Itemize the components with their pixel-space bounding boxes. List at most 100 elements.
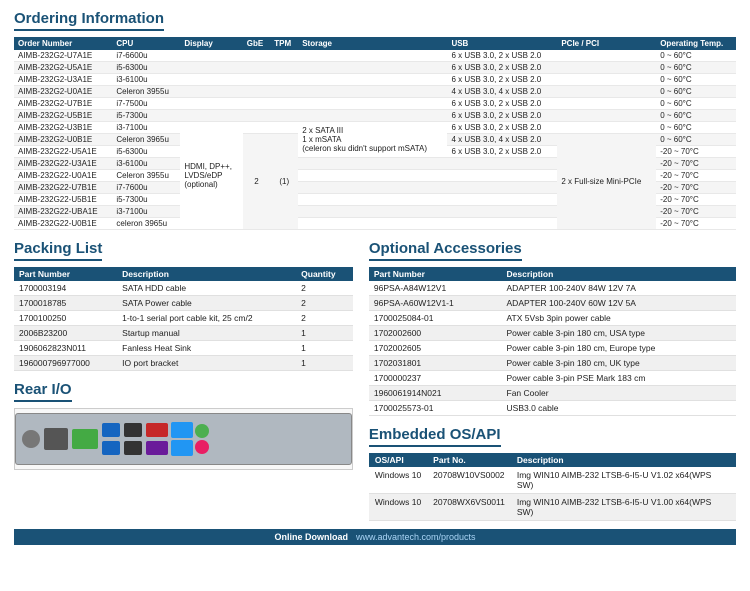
cell-order-number: AIMB-232G2-U3A1E (14, 74, 112, 86)
cell-order-number: AIMB-232G2-U0B1E (14, 134, 112, 146)
packing-cell-1: IO port bracket (117, 356, 296, 371)
os-cell-0: Windows 10 (369, 467, 427, 494)
packing-cell-2: 2 (296, 311, 353, 326)
packing-table-row: 2006B23200Startup manual1 (14, 326, 353, 341)
cell-usb: 6 x USB 3.0, 2 x USB 2.0 (447, 62, 557, 74)
packing-cell-0: 1906062823N011 (14, 341, 117, 356)
connector-round-1 (22, 430, 40, 448)
os-col-desc: Description (511, 453, 736, 467)
packing-cell-0: 2006B23200 (14, 326, 117, 341)
cell-tpm (270, 98, 298, 110)
os-cell-2: Img WIN10 AIMB-232 LTSB-6-I5-U V1.00 x64… (511, 494, 736, 521)
ordering-table-row: AIMB-232G2-U3A1Ei3-6100u 6 x USB 3.0, 2 x… (14, 74, 736, 86)
cell-cpu: Celeron 3955u (112, 86, 180, 98)
ordering-table-header-row: Order Number CPU Display GbE TPM Storage… (14, 37, 736, 50)
cell-storage (298, 110, 447, 122)
embedded-os-table: OS/API Part No. Description Windows 1020… (369, 453, 736, 521)
optional-cell-1: Power cable 3-pin 180 cm, Europe type (502, 341, 736, 356)
cell-temp: 0 ~ 60°C (656, 134, 736, 146)
rear-io-title: Rear I/O (14, 381, 72, 402)
optional-cell-1: ATX 5Vsb 3pin power cable (502, 311, 736, 326)
optional-cell-1: Fan Cooler (502, 386, 736, 401)
cell-cpu: celeron 3965u (112, 218, 180, 230)
cell-temp: 0 ~ 60°C (656, 62, 736, 74)
cell-storage (298, 158, 447, 170)
cell-order-number: AIMB-232G2-U7A1E (14, 50, 112, 62)
optional-table-row: 96PSA-A60W12V1-1ADAPTER 100-240V 60W 12V… (369, 296, 736, 311)
cell-temp: 0 ~ 60°C (656, 122, 736, 134)
cell-order-number: AIMB-232G22-UBA1E (14, 206, 112, 218)
packing-table-row: 1906062823N011Fanless Heat Sink1 (14, 341, 353, 356)
cell-temp: 0 ~ 60°C (656, 86, 736, 98)
packing-table-row: 196000796977000IO port bracket1 (14, 356, 353, 371)
optional-cell-0: 1700025573-01 (369, 401, 502, 416)
cell-gbe (243, 74, 270, 86)
online-download-label: Online Download (274, 532, 348, 542)
cell-gbe (243, 86, 270, 98)
cell-cpu: i3-6100u (112, 74, 180, 86)
cell-pcie (557, 50, 656, 62)
opt-col-part: Part Number (369, 267, 502, 281)
optional-cell-1: Power cable 3-pin 180 cm, USA type (502, 326, 736, 341)
io-group-3 (71, 428, 99, 450)
packing-cell-1: Fanless Heat Sink (117, 341, 296, 356)
cell-usb: 6 x USB 3.0, 2 x USB 2.0 (447, 122, 557, 134)
connector-serial (44, 428, 68, 450)
os-col-api: OS/API (369, 453, 427, 467)
cell-usb: 6 x USB 3.0, 2 x USB 2.0 (447, 146, 557, 158)
os-col-part: Part No. (427, 453, 511, 467)
cell-temp: 0 ~ 60°C (656, 110, 736, 122)
cell-tpm (270, 74, 298, 86)
packing-title: Packing List (14, 240, 102, 261)
optional-cell-1: USB3.0 cable (502, 401, 736, 416)
cell-storage (298, 182, 447, 194)
cell-cpu: i3-6100u (112, 158, 180, 170)
col-tpm: TPM (270, 37, 298, 50)
embedded-os-title: Embedded OS/API (369, 426, 501, 447)
connector-dp (146, 441, 168, 455)
cell-order-number: AIMB-232G22-U5A1E (14, 146, 112, 158)
connector-lan2 (171, 440, 193, 456)
cell-order-number: AIMB-232G2-U3B1E (14, 122, 112, 134)
connector-usb-4 (124, 441, 142, 455)
cell-order-number: AIMB-232G2-U5A1E (14, 62, 112, 74)
cell-gbe (243, 62, 270, 74)
cell-cpu: Celeron 3955u (112, 170, 180, 182)
optional-cell-0: 1700025084-01 (369, 311, 502, 326)
packing-cell-0: 1700018785 (14, 296, 117, 311)
optional-table-row: 96PSA-A84W12V1ADAPTER 100-240V 84W 12V 7… (369, 281, 736, 296)
packing-col-desc: Description (117, 267, 296, 281)
cell-usb: 6 x USB 3.0, 2 x USB 2.0 (447, 98, 557, 110)
cell-order-number: AIMB-232G2-U7B1E (14, 98, 112, 110)
optional-cell-0: 1960061914N021 (369, 386, 502, 401)
cell-order-number: AIMB-232G22-U5B1E (14, 194, 112, 206)
col-gbe: GbE (243, 37, 270, 50)
optional-header-row: Part Number Description (369, 267, 736, 281)
packing-cell-2: 2 (296, 281, 353, 296)
cell-storage (298, 86, 447, 98)
packing-cell-1: SATA Power cable (117, 296, 296, 311)
packing-cell-2: 1 (296, 356, 353, 371)
cell-display (180, 62, 242, 74)
packing-cell-2: 1 (296, 341, 353, 356)
cell-tpm (270, 62, 298, 74)
optional-table-row: 1702002600Power cable 3-pin 180 cm, USA … (369, 326, 736, 341)
cell-display (180, 74, 242, 86)
page-container: Ordering Information Order Number CPU Di… (0, 0, 750, 551)
cell-cpu: i7-7500u (112, 98, 180, 110)
col-usb: USB (447, 37, 557, 50)
os-header-row: OS/API Part No. Description (369, 453, 736, 467)
cell-cpu: i5-6300u (112, 62, 180, 74)
cell-pcie (557, 62, 656, 74)
packing-cell-1: SATA HDD cable (117, 281, 296, 296)
ordering-section: Ordering Information Order Number CPU Di… (14, 10, 736, 230)
optional-cell-0: 1702002600 (369, 326, 502, 341)
cell-gbe (243, 50, 270, 62)
col-cpu: CPU (112, 37, 180, 50)
cell-usb: 6 x USB 3.0, 2 x USB 2.0 (447, 74, 557, 86)
connector-usb-3 (124, 423, 142, 437)
ordering-title: Ordering Information (14, 10, 164, 31)
online-download-url[interactable]: www.advantech.com/products (356, 532, 476, 542)
io-group-4 (101, 422, 121, 456)
io-group-5 (123, 422, 143, 456)
